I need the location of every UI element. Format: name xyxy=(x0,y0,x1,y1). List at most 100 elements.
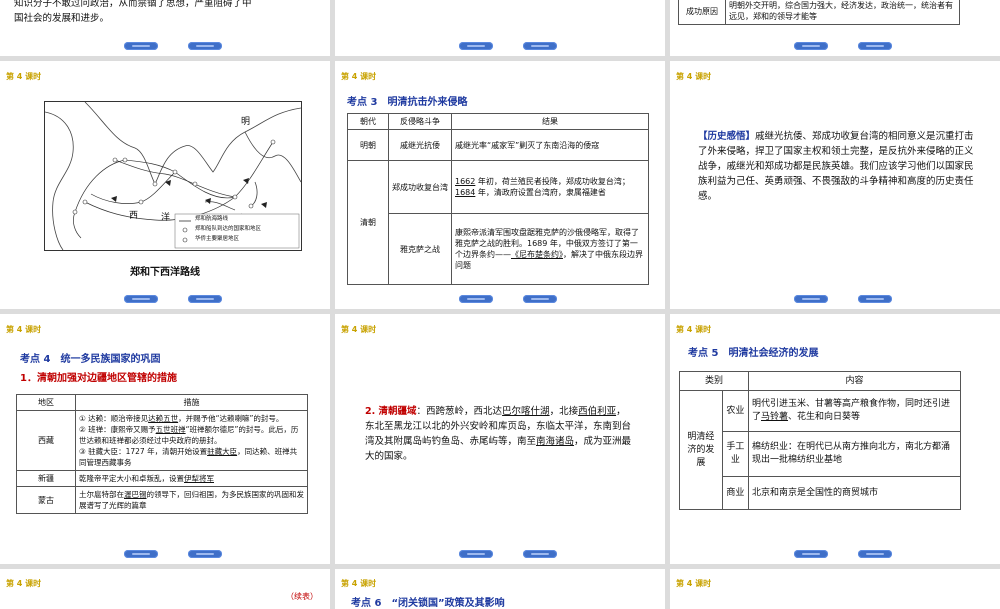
lesson-label: 第 4 课时 xyxy=(6,579,42,588)
next-button[interactable] xyxy=(523,295,557,303)
header-cell: 内容 xyxy=(748,371,961,391)
lesson-label: 第 4 课时 xyxy=(676,579,712,588)
prev-button[interactable] xyxy=(124,295,158,303)
result-cell: 康熙帝派清军围攻盘踞雅克萨的沙俄侵略军，取得了雅克萨之战的胜利。1689 年，中… xyxy=(451,213,649,285)
territory-heading: 2. 清朝疆域 xyxy=(365,406,417,417)
map-caption: 郑和下西洋路线 xyxy=(130,267,200,278)
label-cell: 成功原因 xyxy=(678,0,726,25)
slide-1: 知识分子不敢过问政治，从而禁锢了思想，严重阻碍了中 国社会的发展和进步。 xyxy=(0,0,330,56)
text-span: 、花生和向日葵等 xyxy=(788,412,861,422)
underlined-term: 渥巴锡 xyxy=(124,490,147,499)
next-button[interactable] xyxy=(188,550,222,558)
text-span: ② 班禅：康熙帝又赐予 xyxy=(79,425,156,434)
text-span: ：西跨葱岭，西北达 xyxy=(416,406,503,417)
measure-line: ③ 驻藏大臣：1727 年，清朝开始设置驻藏大臣，同达赖、班禅共同管理西藏事务 xyxy=(79,446,304,468)
underlined-treaty: 《尼布楚条约》 xyxy=(511,250,563,259)
prev-button[interactable] xyxy=(459,550,493,558)
measure-cell: 乾隆帝平定大小和卓叛乱，设置伊犁将军 xyxy=(75,470,308,487)
underlined-term: 五世班禅 xyxy=(155,425,186,434)
lesson-label: 第 4 课时 xyxy=(341,579,377,588)
prev-button[interactable] xyxy=(124,550,158,558)
resistance-table: 朝代 反侵略斗争 结果 明朝 戚继光抗倭 戚继光率“戚家军”剿灭了东南沿海的倭寇… xyxy=(347,113,649,285)
struggle-cell: 雅克萨之战 xyxy=(388,213,452,285)
prev-button[interactable] xyxy=(794,550,828,558)
prev-button[interactable] xyxy=(124,42,158,50)
map-legend: 郑和航海路线 郑和船队到达的国家和地区 华侨主要聚居地区 xyxy=(195,214,261,244)
lesson-label: 第 4 课时 xyxy=(341,72,377,81)
economy-table: 类别 内容 明清经济的发展 农业 明代引进玉米、甘薯等高产粮食作物，同时还引进了… xyxy=(679,371,961,510)
underlined-term: 伊犁将军 xyxy=(184,474,214,483)
slide-9: 第 4 课时 考点 5 明清社会经济的发展 类别 内容 明清经济的发展 农业 明… xyxy=(670,314,1000,564)
slide-1-text: 知识分子不敢过问政治，从而禁锢了思想，严重阻碍了中 国社会的发展和进步。 xyxy=(14,0,314,26)
underlined-place: 南海诸岛 xyxy=(536,436,575,447)
header-cell: 类别 xyxy=(679,371,749,391)
legend-item: 华侨主要聚居地区 xyxy=(195,236,240,242)
lesson-label: 第 4 课时 xyxy=(341,325,377,334)
slide-11: 第 4 课时 考点 6 “闭关锁国”政策及其影响 xyxy=(335,569,665,609)
prev-button[interactable] xyxy=(794,42,828,50)
region-cell: 新疆 xyxy=(16,470,76,487)
prev-button[interactable] xyxy=(459,295,493,303)
lesson-label: 第 4 课时 xyxy=(676,325,712,334)
slide-7: 第 4 课时 考点 4 统一多民族国家的巩固 1．清朝加强对边疆地区管辖的措施 … xyxy=(0,314,330,564)
map-label: 西 xyxy=(129,211,139,221)
legend-item: 郑和船队到达的国家和地区 xyxy=(195,226,262,232)
lesson-label: 第 4 课时 xyxy=(6,72,42,81)
text-span: ，北接 xyxy=(549,406,579,417)
continued-label: （续表） xyxy=(286,592,318,601)
prev-button[interactable] xyxy=(459,42,493,50)
next-button[interactable] xyxy=(523,550,557,558)
slide-nav xyxy=(0,295,330,303)
next-button[interactable] xyxy=(523,42,557,50)
section-title: 考点 6 “闭关锁国”政策及其影响 xyxy=(351,598,505,609)
map-svg xyxy=(44,101,302,251)
slide-3: 成功原因 明朝外交开明，综合国力强大，经济发达，政治统一，统治者有远见，郑和的领… xyxy=(670,0,1000,56)
slide-nav xyxy=(0,550,330,558)
slide-6: 第 4 课时 【历史感悟】戚继光抗倭、郑成功收复台湾的相同意义是沉重打击了外来侵… xyxy=(670,61,1000,309)
slide-8: 第 4 课时 2. 清朝疆域：西跨葱岭，西北达巴尔喀什湖，北接西伯利亚，东北至黑… xyxy=(335,314,665,564)
section-title: 考点 5 明清社会经济的发展 xyxy=(688,348,819,359)
underlined-year: 1684 xyxy=(455,188,476,197)
header-cell: 地区 xyxy=(16,394,76,411)
measure-line: ② 班禅：康熙帝又赐予五世班禅“班禅额尔德尼”的封号。此后，历世达赖和班禅都必须… xyxy=(79,424,304,446)
dynasty-cell: 清朝 xyxy=(347,160,389,285)
category-cell: 手工业 xyxy=(721,431,750,477)
next-button[interactable] xyxy=(858,295,892,303)
map-label: 明 xyxy=(241,117,251,127)
qing-territory: 2. 清朝疆域：西跨葱岭，西北达巴尔喀什湖，北接西伯利亚，东北至黑龙江以北的外兴… xyxy=(365,404,635,464)
text-span: 年，清政府设置台湾府，隶属福建省 xyxy=(475,188,606,197)
text-span: ① 达赖：顺治帝接见 xyxy=(79,414,149,423)
region-cell: 蒙古 xyxy=(16,486,76,514)
header-cell: 朝代 xyxy=(347,113,389,130)
struggle-cell: 戚继光抗倭 xyxy=(388,129,452,161)
underlined-place: 西伯利亚 xyxy=(578,406,617,417)
slide-nav xyxy=(670,42,1000,50)
group-cell: 明清经济的发展 xyxy=(679,390,723,510)
text-line: 知识分子不敢过问政治，从而禁锢了思想，严重阻碍了中 xyxy=(14,0,252,9)
prev-button[interactable] xyxy=(794,295,828,303)
text-span: ③ 驻藏大臣：1727 年，清朝开始设置 xyxy=(79,447,208,456)
measure-line: ① 达赖：顺治帝接见达赖五世，并赐予他“达赖喇嘛”的封号。 xyxy=(79,413,304,424)
map-label: 洋 xyxy=(161,213,171,223)
next-button[interactable] xyxy=(858,42,892,50)
header-cell: 措施 xyxy=(75,394,308,411)
lesson-label: 第 4 课时 xyxy=(676,72,712,81)
route-map: 明 西 洋 郑和航海路线 郑和船队到达的国家和地区 华侨主要聚居地区 xyxy=(44,101,302,251)
slide-4: 第 4 课时 明 西 洋 郑和航海路线 郑和船队到达的国家和地区 华侨主要聚居地… xyxy=(0,61,330,309)
next-button[interactable] xyxy=(188,295,222,303)
next-button[interactable] xyxy=(188,42,222,50)
slide-nav xyxy=(335,42,665,50)
category-cell: 农业 xyxy=(721,390,750,432)
content-cell: 北京和南京是全国性的商贸城市 xyxy=(748,476,961,510)
slide-5: 第 4 课时 考点 3 明清抗击外来侵略 朝代 反侵略斗争 结果 明朝 戚继光抗… xyxy=(335,61,665,309)
legend-item: 郑和航海路线 xyxy=(195,216,229,222)
slide-nav xyxy=(0,42,330,50)
slide-nav xyxy=(335,295,665,303)
content-cell: 明代引进玉米、甘薯等高产粮食作物，同时还引进了马铃薯、花生和向日葵等 xyxy=(748,390,961,432)
measure-cell: ① 达赖：顺治帝接见达赖五世，并赐予他“达赖喇嘛”的封号。 ② 班禅：康熙帝又赐… xyxy=(75,410,308,471)
dynasty-cell: 明朝 xyxy=(347,129,389,161)
border-measures-table: 地区 措施 西藏 ① 达赖：顺治帝接见达赖五世，并赐予他“达赖喇嘛”的封号。 ②… xyxy=(16,394,308,514)
next-button[interactable] xyxy=(858,550,892,558)
slide-12: 第 4 课时 xyxy=(670,569,1000,609)
success-reason-table: 成功原因 明朝外交开明，综合国力强大，经济发达，政治统一，统治者有远见，郑和的领… xyxy=(678,0,960,25)
